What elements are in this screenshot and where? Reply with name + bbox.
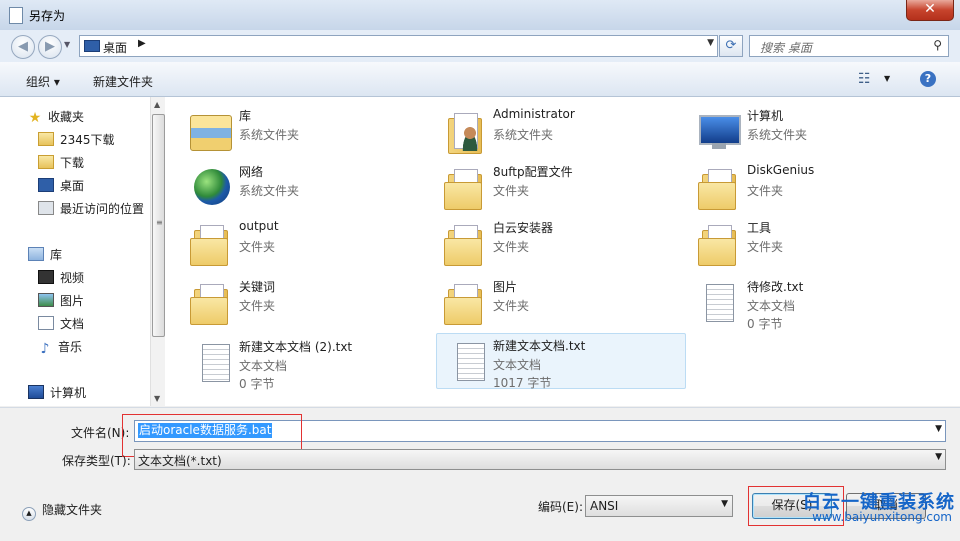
desktop-icon: [84, 40, 100, 52]
documents-icon: [38, 316, 54, 330]
folder-icon: [188, 221, 232, 266]
video-icon: [38, 270, 54, 284]
music-icon: ♪: [40, 341, 50, 357]
folder-icon: [38, 132, 54, 146]
downloads-icon: [38, 155, 54, 169]
folder-icon: [442, 280, 486, 325]
file-item-8uftp-config[interactable]: 8uftp配置文件 文件夹: [432, 160, 680, 214]
filename-dropdown-icon[interactable]: ▼: [935, 424, 942, 434]
star-icon: ★: [28, 110, 42, 126]
filetype-select[interactable]: 文本文档(*.txt) ▼: [134, 449, 946, 470]
scroll-grip-icon: ≡: [156, 218, 163, 227]
nav-item-videos[interactable]: 视频: [38, 269, 84, 287]
nav-item-downloads[interactable]: 下载: [38, 154, 84, 172]
encoding-value: ANSI: [590, 499, 619, 513]
path-dropdown-icon[interactable]: ▼: [707, 38, 714, 48]
pictures-icon: [38, 293, 54, 307]
file-item-computer[interactable]: 计算机 系统文件夹: [686, 104, 934, 158]
network-icon: [188, 165, 232, 209]
watermark-url: www.baiyunxitong.com: [812, 510, 952, 524]
organize-button[interactable]: 组织 ▾: [26, 73, 60, 90]
change-view-icon[interactable]: ☷: [858, 71, 871, 87]
view-dropdown-icon[interactable]: ▼: [884, 74, 890, 83]
save-form: 文件名(N): 启动oracle数据服务.bat ▼ 保存类型(T): 文本文档…: [0, 407, 960, 541]
encoding-dropdown-icon[interactable]: ▼: [721, 499, 728, 509]
file-item-new-text-doc[interactable]: 新建文本文档.txt 文本文档 1017 字节: [436, 333, 686, 390]
search-placeholder: 搜索 桌面: [760, 41, 812, 55]
window-icon: [9, 7, 23, 24]
filename-label: 文件名(N):: [71, 426, 130, 440]
search-icon[interactable]: ⚲: [933, 38, 942, 52]
chevron-up-icon: ▲: [22, 507, 36, 521]
text-file-icon: [696, 280, 740, 324]
encoding-label: 编码(E):: [538, 500, 583, 514]
nav-item-music[interactable]: ♪ 音乐: [38, 338, 82, 356]
back-button[interactable]: ◀: [11, 35, 35, 59]
recent-locations-dropdown-icon[interactable]: ▼: [64, 40, 70, 49]
scroll-up-icon[interactable]: ▲: [154, 100, 160, 109]
file-list: 库 系统文件夹 Administrator 系统文件夹 计算机 系统文件夹 网络…: [165, 97, 960, 406]
navigation-pane: ★ 收藏夹 2345下载 下载 桌面 最近访问的位置 库 视频 图片 文档 ♪ 音乐…: [0, 97, 150, 406]
forward-button[interactable]: ▶: [38, 35, 62, 59]
search-input[interactable]: 搜索 桌面 ⚲: [749, 35, 949, 57]
file-item-to-modify-txt[interactable]: 待修改.txt 文本文档 0 字节: [686, 275, 934, 331]
text-file-icon: [447, 339, 491, 383]
file-item-administrator[interactable]: Administrator 系统文件夹: [432, 104, 680, 158]
nav-item-libraries[interactable]: 库: [28, 246, 62, 264]
nav-item-2345-downloads[interactable]: 2345下载: [38, 131, 115, 149]
library-icon: [28, 247, 44, 261]
scroll-down-icon[interactable]: ▼: [154, 394, 160, 403]
breadcrumb-desktop[interactable]: 桌面: [103, 39, 127, 56]
text-file-icon: [192, 340, 236, 384]
command-bar: 组织 ▾ 新建文件夹 ☷ ▼ ?: [0, 62, 960, 97]
file-item-network[interactable]: 网络 系统文件夹: [178, 160, 426, 214]
path-breadcrumb[interactable]: 桌面 ▶ ▼: [79, 35, 718, 57]
scrollbar-thumb[interactable]: ≡: [152, 114, 165, 337]
library-icon: [188, 109, 232, 153]
window-title: 另存为: [29, 9, 66, 23]
computer-icon: [28, 385, 44, 399]
filetype-label: 保存类型(T):: [62, 454, 131, 468]
nav-item-pictures[interactable]: 图片: [38, 292, 84, 310]
nav-item-desktop[interactable]: 桌面: [38, 177, 84, 195]
file-item-baiyun-installer[interactable]: 白云安装器 文件夹: [432, 216, 680, 270]
folder-icon: [696, 165, 740, 210]
address-bar: ◀ ▶ ▼ 桌面 ▶ ▼ ⟳ 搜索 桌面 ⚲: [0, 30, 960, 62]
file-item-keywords[interactable]: 关键词 文件夹: [178, 275, 426, 329]
folder-icon: [442, 165, 486, 210]
desktop-icon: [38, 178, 54, 192]
filetype-dropdown-icon[interactable]: ▼: [935, 452, 942, 462]
close-button[interactable]: ✕: [906, 0, 954, 21]
folder-icon: [188, 280, 232, 325]
recent-places-icon: [38, 201, 54, 215]
nav-item-documents[interactable]: 文档: [38, 315, 84, 333]
watermark: 白云一键重装系统 www.baiyunxitong.com: [795, 488, 960, 528]
nav-item-computer[interactable]: 计算机: [28, 384, 86, 402]
nav-item-recent-places[interactable]: 最近访问的位置: [38, 200, 144, 218]
hide-folders-toggle[interactable]: ▲ 隐藏文件夹: [22, 501, 102, 521]
file-item-library[interactable]: 库 系统文件夹: [178, 104, 426, 158]
file-item-pictures[interactable]: 图片 文件夹: [432, 275, 680, 329]
navigation-scrollbar[interactable]: ▲ ≡ ▼: [150, 97, 165, 406]
refresh-button[interactable]: ⟳: [719, 35, 743, 57]
nav-item-favorites[interactable]: ★ 收藏夹: [28, 108, 84, 126]
computer-icon: [696, 109, 741, 153]
folder-icon: [442, 221, 486, 266]
title-bar: 另存为 ✕: [0, 0, 960, 31]
encoding-select[interactable]: ANSI ▼: [585, 495, 733, 517]
file-item-diskgenius[interactable]: DiskGenius 文件夹: [686, 160, 934, 214]
file-item-tools[interactable]: 工具 文件夹: [686, 216, 934, 270]
user-folder-icon: [442, 109, 486, 154]
filetype-value: 文本文档(*.txt): [138, 454, 222, 468]
chevron-right-icon[interactable]: ▶: [138, 38, 146, 49]
file-item-new-text-doc-2[interactable]: 新建文本文档 (2).txt 文本文档 0 字节: [178, 335, 426, 391]
new-folder-button[interactable]: 新建文件夹: [93, 73, 153, 90]
folder-icon: [696, 221, 740, 266]
file-item-output[interactable]: output 文件夹: [178, 216, 426, 270]
help-icon[interactable]: ?: [920, 71, 936, 87]
